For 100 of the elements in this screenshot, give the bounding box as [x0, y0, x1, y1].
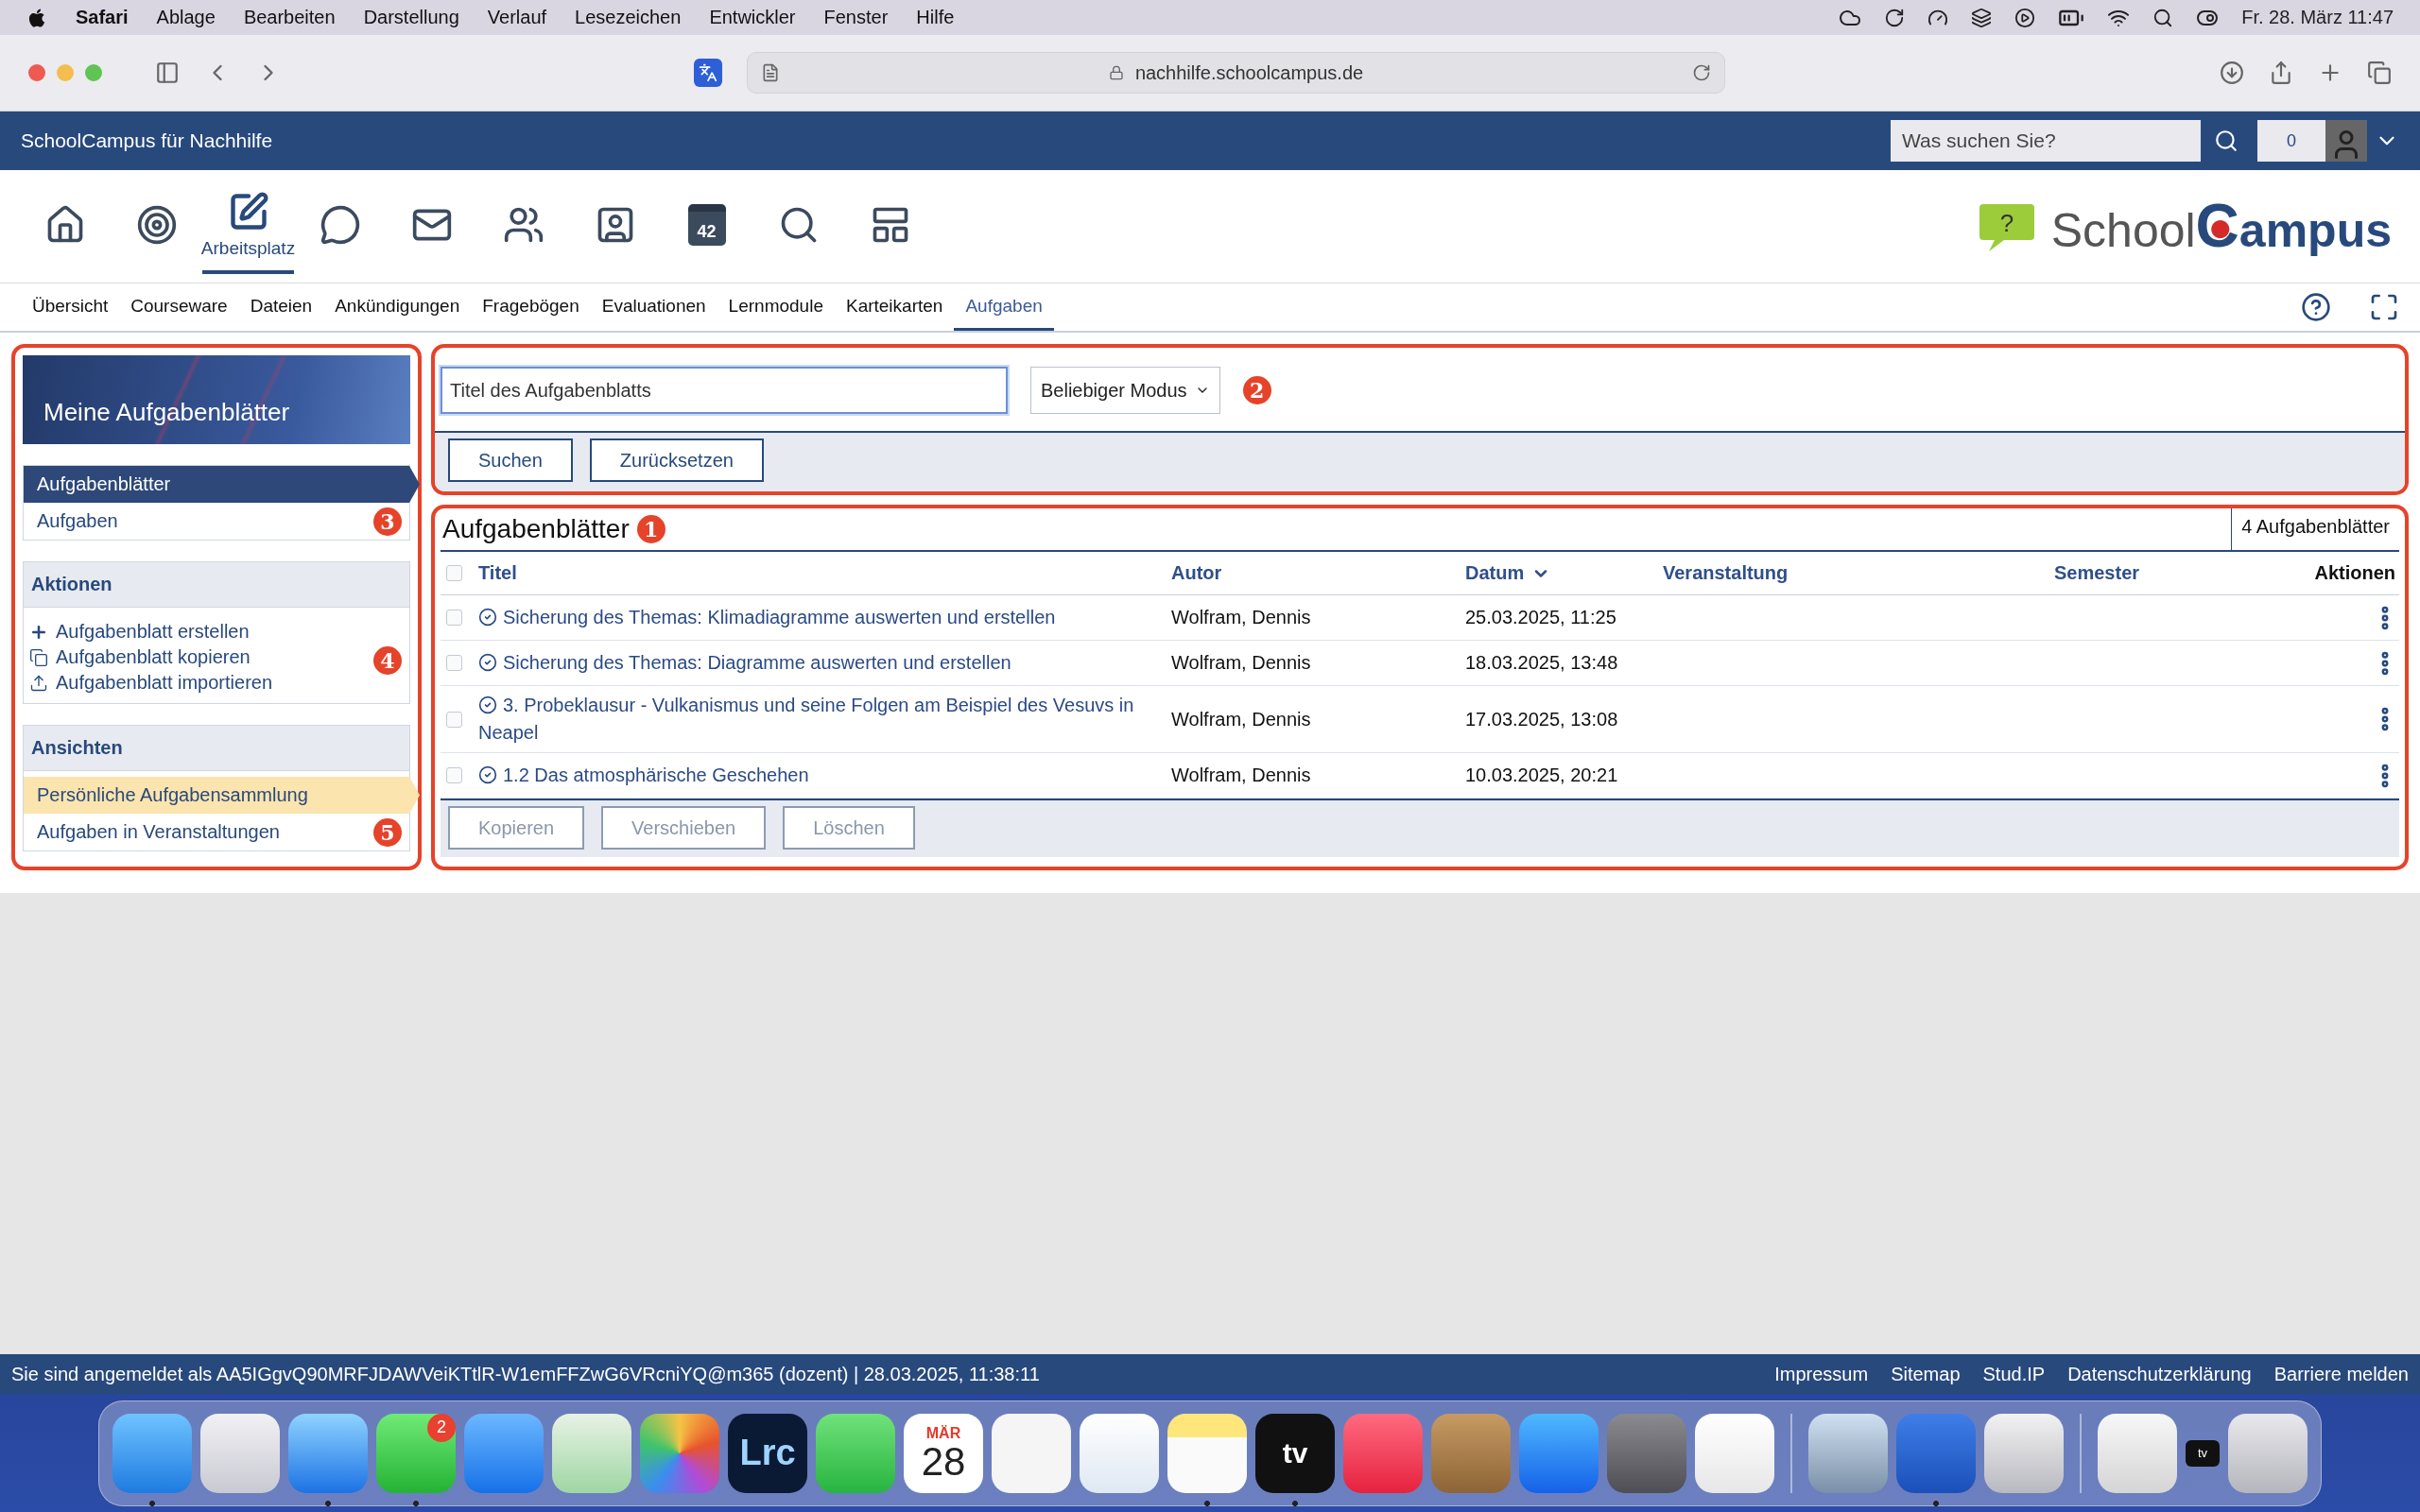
page-icon[interactable] — [761, 63, 780, 82]
annotation-marker: 1 — [636, 515, 666, 543]
upload-icon — [29, 673, 48, 693]
calendar-day-icon: 42 — [687, 203, 726, 246]
target-icon — [135, 203, 178, 246]
search-form-button[interactable]: Suchen — [448, 438, 573, 482]
select-all-checkbox[interactable] — [446, 565, 462, 581]
layers-icon[interactable] — [1971, 7, 1993, 28]
mini-window[interactable]: tv — [2186, 1439, 2220, 1467]
sidebar-item[interactable]: Aufgabenblätter — [24, 466, 420, 503]
panel-heading: Ansichten — [24, 726, 409, 771]
sidebar-item[interactable]: Persönliche Aufgabensammlung — [24, 777, 420, 814]
table-cell-text: Wolfram, Dennis — [1171, 708, 1312, 730]
annotation-marker: 4 — [373, 646, 402, 675]
share-icon[interactable] — [2269, 60, 2293, 85]
sidebar-icon[interactable] — [155, 60, 180, 85]
search-icon[interactable] — [2152, 7, 2174, 28]
row-checkbox[interactable] — [446, 655, 462, 671]
menu-app-name[interactable]: Safari — [76, 7, 129, 28]
panel-heading: Aktionen — [24, 562, 409, 608]
search-icon[interactable] — [2214, 129, 2238, 153]
main-nav-item[interactable]: 42 — [661, 179, 752, 274]
check-circle-icon — [478, 696, 497, 714]
column-header[interactable]: Datum — [1465, 562, 1663, 584]
footer-link[interactable]: Datenschutzerklärung — [2067, 1363, 2252, 1385]
table-cell-text: 17.03.2025, 13:08 — [1465, 708, 1619, 730]
column-header[interactable]: Veranstaltung — [1663, 562, 2054, 584]
footer-link[interactable]: Sitemap — [1891, 1363, 1961, 1385]
annotation-marker: 5 — [373, 818, 402, 847]
nav-tab[interactable]: Dateien — [238, 284, 324, 331]
menu-item[interactable]: Lesezeichen — [575, 7, 682, 28]
footer-link[interactable]: Impressum — [1774, 1363, 1869, 1385]
menu-clock[interactable]: Fr. 28. März 11:47 — [2241, 7, 2394, 28]
notification-count[interactable]: 0 — [2257, 120, 2325, 162]
menu-item[interactable]: Entwickler — [709, 7, 796, 28]
column-header[interactable]: Autor — [1171, 562, 1465, 584]
translate-button[interactable] — [694, 59, 722, 87]
action-link[interactable]: Aufgabenblatt kopieren — [24, 644, 256, 670]
avatar[interactable] — [2325, 120, 2367, 162]
site-search-field[interactable]: Was suchen Sie? — [1891, 120, 2201, 162]
tabs-icon[interactable] — [2367, 60, 2392, 85]
sheet-count: 4 Aufgabenblätter — [2231, 508, 2399, 550]
annotation-marker: 2 — [1242, 376, 1271, 404]
column-header[interactable]: Titel — [478, 562, 1171, 584]
nav-tab[interactable]: Karteikarten — [834, 284, 955, 331]
sheet-title-link[interactable]: Sicherung des Themas: Diagramme auswerten und erstellen — [478, 644, 1171, 682]
nav-tab[interactable]: Ankündigungen — [323, 284, 472, 331]
menu-item[interactable]: Fenster — [823, 7, 889, 28]
row-checkbox[interactable] — [446, 610, 462, 626]
table-cell-text: Wolfram, Dennis — [1171, 652, 1312, 674]
nav-tab[interactable]: Courseware — [119, 284, 239, 331]
row-checkbox[interactable] — [446, 767, 462, 783]
sheet-title-link[interactable]: 1.2 Das atmosphärische Geschehen — [478, 756, 1171, 795]
table-cell-text: 18.03.2025, 13:48 — [1465, 652, 1619, 674]
menu-item[interactable]: Verlauf — [487, 7, 547, 28]
zoom-button[interactable] — [85, 64, 102, 81]
apple-icon[interactable] — [26, 7, 47, 28]
main-nav-item[interactable]: Arbeitsplatz — [202, 179, 294, 274]
footer-link[interactable]: Stud.IP — [1982, 1363, 2046, 1385]
menu-item[interactable]: Ablage — [156, 7, 216, 28]
menu-item[interactable]: Darstellung — [363, 7, 459, 28]
action-link[interactable]: Aufgabenblatt importieren — [24, 670, 279, 696]
table-cell-text: 25.03.2025, 11:25 — [1465, 607, 1617, 628]
column-header[interactable]: Aktionen — [2248, 562, 2399, 584]
nav-tab[interactable]: Lernmodule — [717, 284, 835, 331]
logo-wordmark[interactable]: SchoolCampus — [2050, 195, 2392, 258]
nav-tab[interactable]: Evaluationen — [590, 284, 717, 331]
speech-bubble-icon — [319, 203, 361, 246]
sheet-title-link[interactable]: 3. Probeklausur - Vulkanismus und seine Folgen am Beispiel des Vesuvs in Neapel — [478, 686, 1171, 752]
notification-badge: 2 — [427, 1413, 456, 1442]
mode-dropdown[interactable]: Beliebiger Modus — [1030, 367, 1220, 414]
check-circle-icon — [478, 608, 497, 627]
search-form-button[interactable]: Zurücksetzen — [589, 438, 764, 482]
close-button[interactable] — [28, 64, 45, 81]
table-title: Aufgabenblätter — [441, 513, 631, 545]
column-header[interactable]: Semester — [2054, 562, 2248, 584]
fullscreen-icon[interactable] — [2369, 292, 2399, 322]
footer-link[interactable]: Barriere melden — [2273, 1363, 2409, 1385]
download-icon[interactable] — [2220, 60, 2244, 85]
annotation-marker: 3 — [373, 507, 402, 536]
sheet-title-link[interactable]: Sicherung des Themas: Klimadiagramme auswerten und erstellen — [478, 598, 1171, 637]
login-status: Sie sind angemeldet als AA5IGgvQ90MRFJDAWVeiKTtlR-W1emFFZwG6VRcniYQ@m365 (dozent) | 28.03.2025, 11:38:11 — [11, 1363, 1040, 1385]
nav-tab[interactable]: Aufgaben — [954, 284, 1054, 331]
sync-icon[interactable] — [1884, 7, 1906, 28]
table-cell-text: Wolfram, Dennis — [1171, 607, 1312, 628]
play-icon[interactable] — [2014, 7, 2036, 28]
nav-tab[interactable]: Übersicht — [21, 284, 120, 331]
reload-icon[interactable] — [1692, 63, 1711, 82]
menu-item[interactable]: Bearbeiten — [243, 7, 336, 28]
address-bar[interactable]: nachhilfe.schoolcampus.de — [747, 52, 1725, 94]
lock-icon — [1108, 65, 1124, 80]
menu-item[interactable]: Hilfe — [916, 7, 955, 28]
nav-tab[interactable]: Fragebögen — [471, 284, 591, 331]
row-checkbox[interactable] — [446, 711, 462, 728]
site-title[interactable]: SchoolCampus für Nachhilfe — [21, 129, 273, 152]
title-search-field[interactable]: Titel des Aufgabenblatts — [441, 367, 1008, 414]
help-icon[interactable] — [2301, 292, 2331, 322]
action-link[interactable]: Aufgabenblatt erstellen — [24, 619, 255, 644]
sidebar-title: Meine Aufgabenblätter — [23, 355, 410, 444]
copy-icon — [29, 647, 48, 667]
